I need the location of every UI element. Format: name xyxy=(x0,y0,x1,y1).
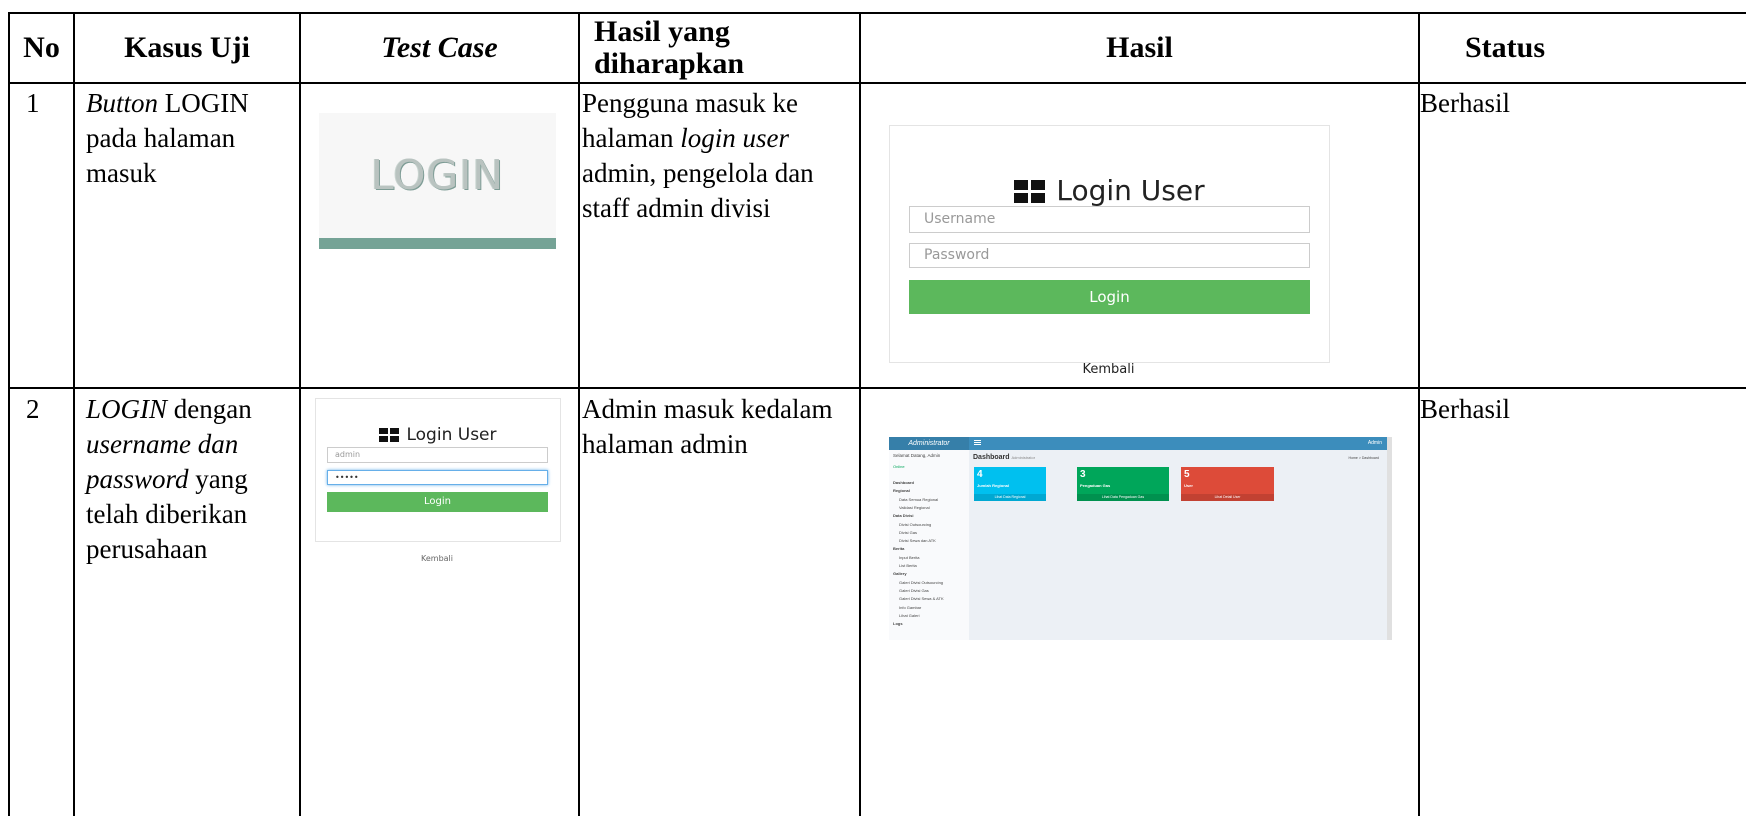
sidebar-menu-item[interactable]: Data Semua Regional xyxy=(899,497,938,502)
login-submit-button[interactable]: Login xyxy=(909,280,1310,314)
sidebar-menu-item[interactable]: Galeri Divisi Outsourcing xyxy=(899,580,943,585)
row-divider xyxy=(8,387,1746,389)
sidebar-menu-item[interactable]: Galeri Divisi Sewa & ATK xyxy=(899,596,944,601)
row-1-expected: Pengguna masuk ke halaman login user adm… xyxy=(582,88,814,223)
dashboard-brand: Administrator xyxy=(889,437,969,450)
back-link-filled[interactable]: Kembali xyxy=(315,554,559,563)
grid-icon xyxy=(1014,180,1046,204)
dashboard-content: Dashboard Administrator Home > Dashboard… xyxy=(969,450,1387,640)
menu-toggle-icon[interactable] xyxy=(974,440,981,441)
admin-dashboard-screenshot: Administrator Admin Selamat Datang, Admi… xyxy=(889,437,1392,640)
topbar-user[interactable]: Admin xyxy=(1368,437,1382,450)
row-2-kasus-uji: LOGIN dengan username dan password yang … xyxy=(86,394,252,564)
username-field-filled[interactable]: admin xyxy=(327,447,548,463)
header-hasil-diharapkan: Hasil yang diharapkan xyxy=(594,15,745,80)
login-button-screenshot: LOGIN xyxy=(319,113,556,249)
dashboard-scrollbar[interactable] xyxy=(1387,437,1392,640)
column-divider xyxy=(73,12,75,816)
sidebar-menu-item[interactable]: Galeri Divisi Gas xyxy=(899,588,929,593)
login-button-label: LOGIN xyxy=(370,151,505,199)
sidebar-menu-item[interactable]: Divisi Sewa dan ATK xyxy=(899,538,936,543)
password-field[interactable]: Password xyxy=(909,243,1310,268)
sidebar-menu-item[interactable]: Input Berita xyxy=(899,555,919,560)
header-test-case: Test Case xyxy=(381,31,498,64)
stat-box-gas[interactable]: 3 Pengaduan Gas Lihat Data Pengaduan Gas xyxy=(1077,467,1169,501)
sidebar-menu-item[interactable]: Info Gambar xyxy=(899,605,921,610)
header-no: No xyxy=(23,31,60,64)
header-kasus-uji: Kasus Uji xyxy=(124,31,250,64)
dashboard-breadcrumb[interactable]: Home > Dashboard xyxy=(1349,456,1379,460)
row-1-status: Berhasil xyxy=(1420,88,1510,118)
stat-box-user[interactable]: 5 User Lihat Detail User xyxy=(1181,467,1274,501)
sidebar-menu-item[interactable]: Data Divisi xyxy=(893,513,913,518)
password-field-filled[interactable]: ••••• xyxy=(327,470,548,485)
column-divider xyxy=(299,12,301,816)
row-1-no: 1 xyxy=(26,88,40,118)
row-2-no: 2 xyxy=(26,394,40,424)
test-case-table: No Kasus Uji Test Case Hasil yang dihara… xyxy=(0,0,1746,816)
back-link[interactable]: Kembali xyxy=(889,362,1328,377)
sidebar-profile: Selamat Datang, Admin xyxy=(893,453,941,458)
sidebar-menu-item[interactable]: Divisi Outsourcing xyxy=(899,522,931,527)
sidebar-menu-item[interactable]: Dashboard xyxy=(893,480,914,485)
login-filled-title: Login User xyxy=(316,425,560,445)
sidebar-menu-item[interactable]: Validasi Regional xyxy=(899,505,930,510)
sidebar-menu-item[interactable]: Lihat Galeri xyxy=(899,613,919,618)
dashboard-title: Dashboard Administrator xyxy=(973,454,1036,461)
stat-box-regional[interactable]: 4 Jumlah Regional Lihat Data Regional xyxy=(974,467,1046,501)
header-hasil: Hasil xyxy=(1106,31,1173,64)
login-form-title: Login User xyxy=(890,174,1329,207)
sidebar-online: Online xyxy=(893,464,905,469)
sidebar-menu-item[interactable]: Berita xyxy=(893,546,904,551)
dashboard-sidebar: Selamat Datang, Admin Online Dashboard Re… xyxy=(889,450,970,640)
sidebar-menu-item[interactable]: Gallery xyxy=(893,571,907,576)
dashboard-topbar: Administrator Admin xyxy=(889,437,1392,450)
grid-icon xyxy=(379,427,400,443)
header-row-divider xyxy=(8,82,1746,84)
login-button-bar xyxy=(319,238,556,249)
username-field[interactable]: Username xyxy=(909,206,1310,233)
sidebar-menu-item[interactable]: Regional xyxy=(893,488,910,493)
row-1-kasus-uji: Button LOGIN pada halaman masuk xyxy=(86,88,249,188)
sidebar-menu-item[interactable]: List Berita xyxy=(899,563,917,568)
table-border-left xyxy=(8,12,10,816)
sidebar-menu-item[interactable]: Divisi Gas xyxy=(899,530,917,535)
sidebar-menu-item[interactable]: Logs xyxy=(893,621,903,626)
header-status: Status xyxy=(1465,31,1546,64)
login-filled-screenshot: Login User admin ••••• Login xyxy=(315,398,561,542)
column-divider xyxy=(859,12,861,816)
login-submit-button-filled[interactable]: Login xyxy=(327,492,548,512)
row-2-status: Berhasil xyxy=(1420,394,1510,424)
column-divider xyxy=(578,12,580,816)
login-form-screenshot: Login User Username Password Login xyxy=(889,125,1330,363)
row-2-expected: Admin masuk kedalam halaman admin xyxy=(582,394,833,459)
